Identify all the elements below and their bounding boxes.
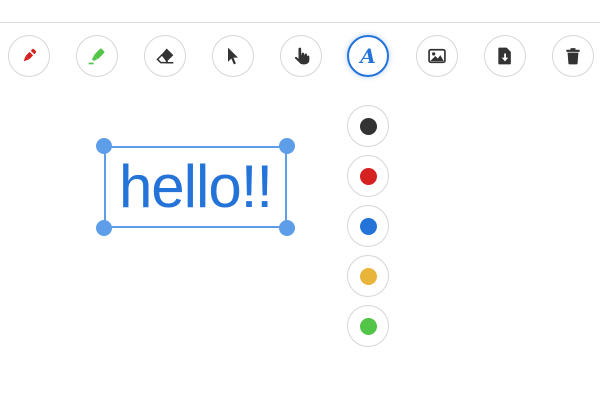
- selected-text-object[interactable]: hello!!: [104, 146, 287, 228]
- toolbar: A: [0, 0, 600, 100]
- highlighter-tool-button[interactable]: [76, 35, 118, 77]
- resize-handle-bottom-right[interactable]: [279, 220, 295, 236]
- color-dot-blue: [359, 217, 377, 235]
- resize-handle-bottom-left[interactable]: [96, 220, 112, 236]
- pen-icon: [23, 48, 37, 62]
- trash-icon: [566, 48, 580, 65]
- eraser-icon: [156, 48, 174, 64]
- pan-tool-button[interactable]: [280, 35, 322, 77]
- color-dot-black: [359, 117, 377, 135]
- color-swatch-black[interactable]: [347, 105, 389, 147]
- eraser-tool-button[interactable]: [144, 35, 186, 77]
- color-swatch-red[interactable]: [347, 155, 389, 197]
- canvas-text[interactable]: hello!!: [106, 148, 285, 226]
- select-tool-button[interactable]: [212, 35, 254, 77]
- resize-handle-top-left[interactable]: [96, 138, 112, 154]
- text-a-icon: A: [360, 44, 376, 68]
- resize-handle-top-right[interactable]: [279, 138, 295, 154]
- color-swatch-green[interactable]: [347, 305, 389, 347]
- file-download-icon: [498, 47, 511, 65]
- hand-pointer-icon: [294, 47, 310, 65]
- image-icon: [428, 48, 446, 64]
- text-tool-button[interactable]: A: [347, 35, 389, 77]
- pen-tool-button[interactable]: [8, 35, 50, 77]
- color-dot-yellow: [359, 267, 377, 285]
- cursor-arrow-icon: [228, 47, 238, 65]
- delete-button[interactable]: [552, 35, 594, 77]
- highlighter-icon: [88, 48, 105, 65]
- download-button[interactable]: [484, 35, 526, 77]
- color-swatch-yellow[interactable]: [347, 255, 389, 297]
- image-tool-button[interactable]: [416, 35, 458, 77]
- color-dot-red: [359, 167, 377, 185]
- color-dot-green: [359, 317, 377, 335]
- color-swatch-blue[interactable]: [347, 205, 389, 247]
